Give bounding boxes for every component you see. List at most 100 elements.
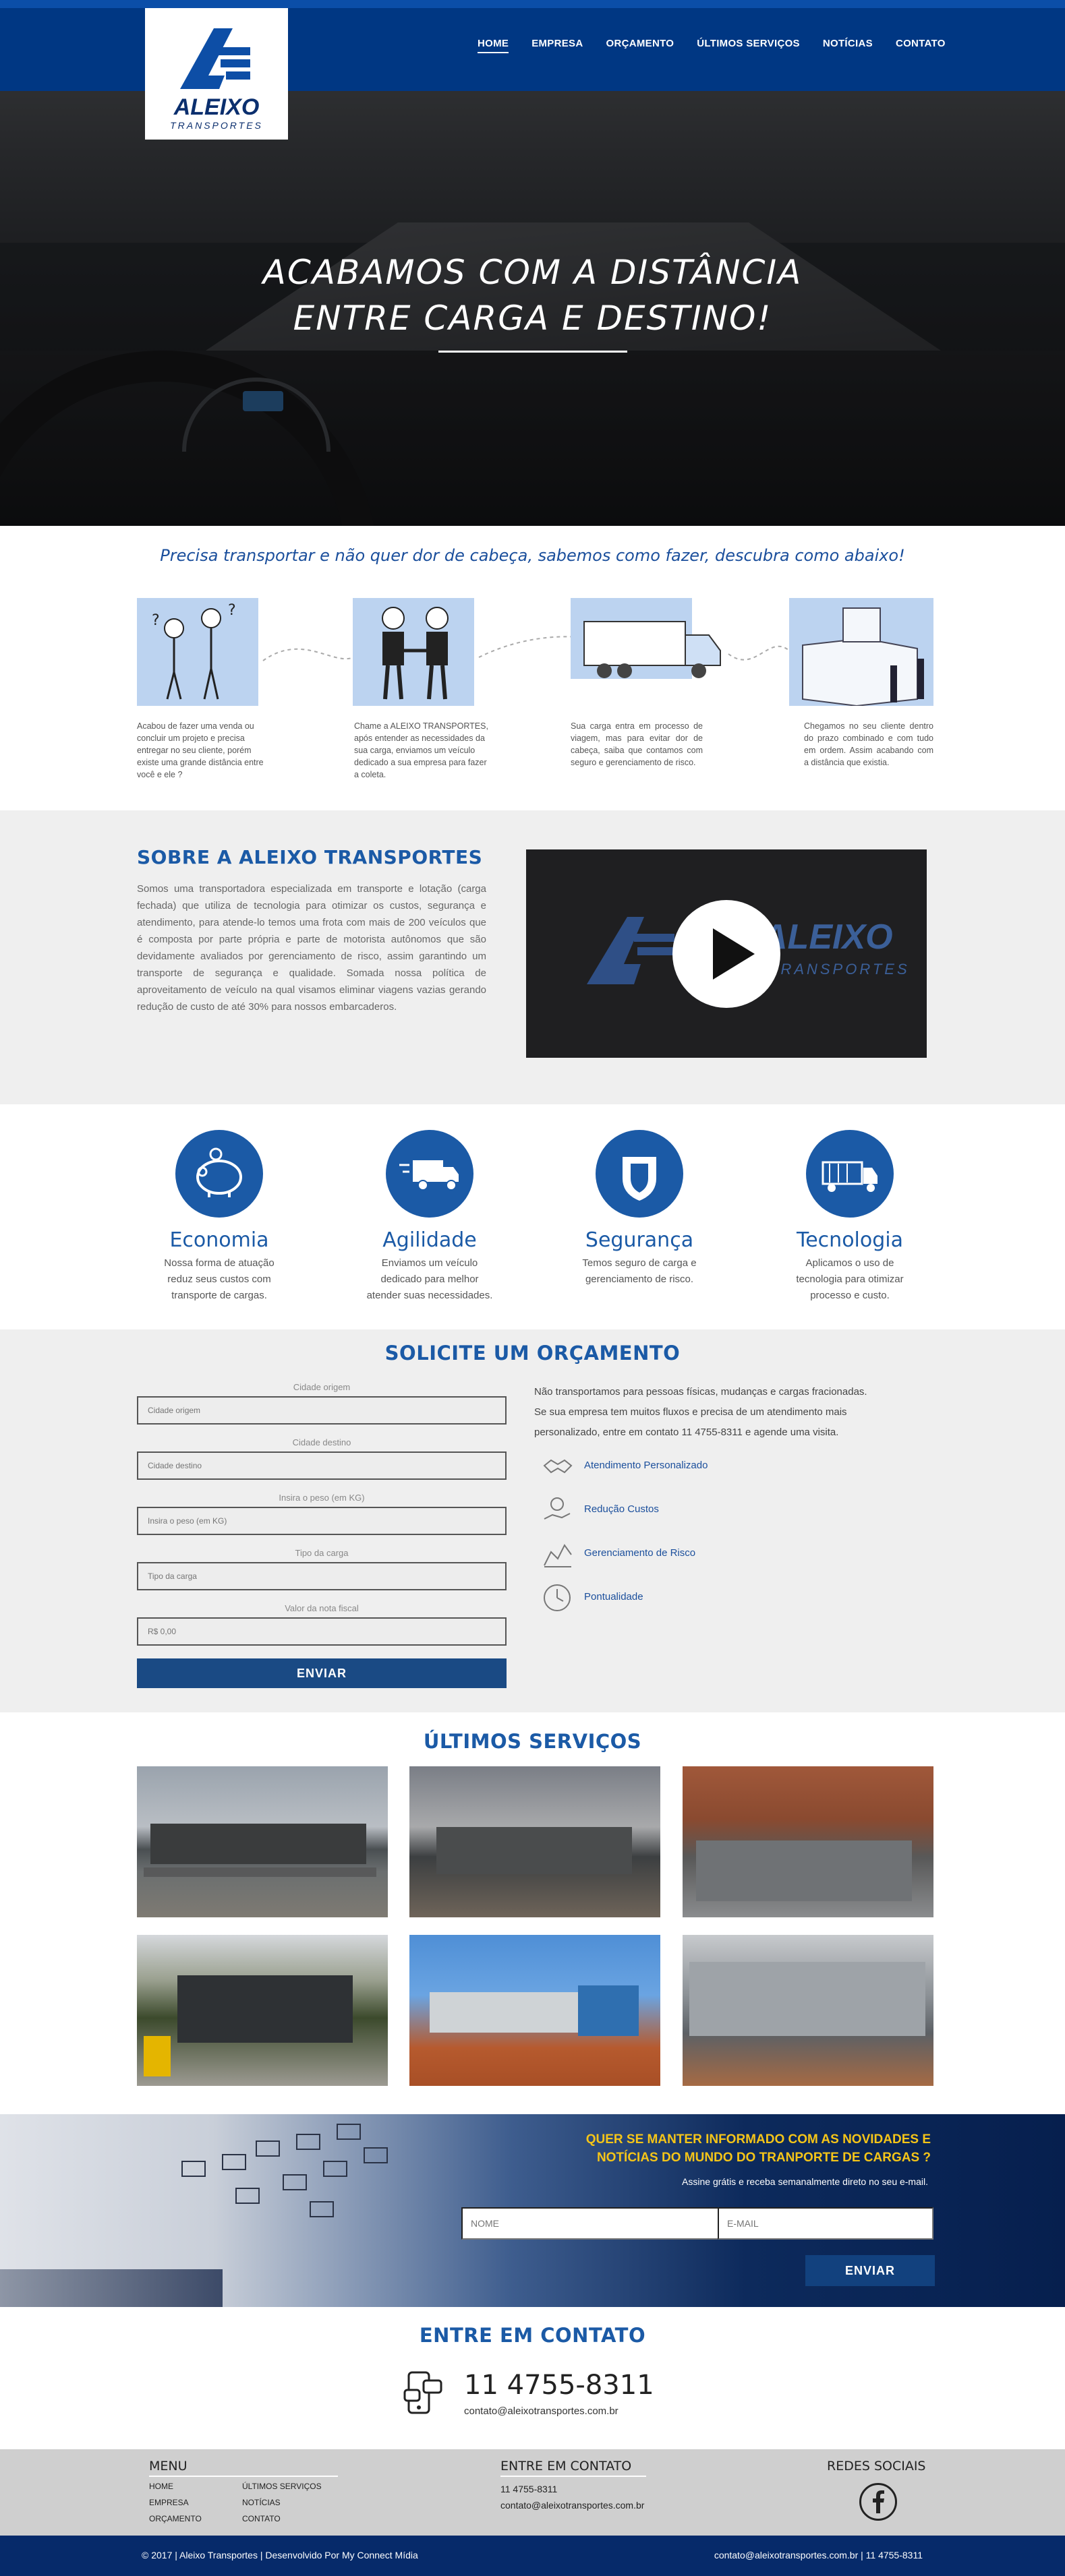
cidade-origem-input[interactable] [137,1396,507,1425]
footer-social-title: REDES SOCIAIS [827,2459,926,2474]
newsletter-email-input[interactable] [718,2207,933,2240]
feature-economia-text: Nossa forma de atuação reduz seus custos… [164,1257,275,1301]
footer-menu: HOME ÚLTIMOS SERVIÇOS EMPRESA NOTÍCIAS O… [149,2478,335,2527]
step-1-illustration: ? ? [137,598,258,706]
service-photo-5[interactable] [409,1935,660,2086]
bottom-contact: contato@aleixotransportes.com.br | 11 47… [714,2550,923,2560]
video-logo-name: ALEIXO [762,918,893,957]
quote-info-line-2: Se sua empresa tem muitos fluxos e preci… [534,1406,847,1418]
svg-text:?: ? [228,602,236,619]
brand-logo[interactable]: ALEIXO TRANSPORTES [145,8,288,140]
benefit-pontualidade: Pontualidade [584,1591,643,1602]
tipo-carga-input[interactable] [137,1562,507,1590]
footer-link-contato[interactable]: CONTATO [242,2511,335,2527]
nav-item-noticias[interactable]: NOTÍCIAS [823,38,873,53]
facebook-button[interactable] [859,2483,897,2521]
service-photo-4[interactable] [137,1935,388,2086]
nav-item-home[interactable]: HOME [478,38,509,53]
contact-email[interactable]: contato@aleixotransportes.com.br [464,2405,618,2417]
clock-icon [544,1584,571,1611]
handshake-icon [543,1459,573,1474]
play-button[interactable] [672,900,780,1008]
money-hand-icon [544,1497,571,1520]
feature-agilidade-text: Enviamos um veículo dedicado para melhor… [366,1257,493,1301]
confused-people-icon: ? ? [152,602,236,700]
piggy-bank-icon [196,1147,242,1197]
hero-line-1: ACABAMOS COM A DISTÂNCIA [262,253,803,292]
chart-icon [544,1544,572,1567]
hero-divider [438,351,627,353]
nav-item-orcamento[interactable]: ORÇAMENTO [606,38,674,53]
how-it-works-title: Precisa transportar e não quer dor de ca… [160,546,905,565]
label-tipo-carga: Tipo da carga [295,1548,349,1558]
truck-icon [822,1161,877,1192]
fast-truck-icon [399,1160,459,1191]
footer-contact: 11 4755-8311 contato@aleixotransportes.c… [500,2481,644,2513]
facebook-icon [873,2490,884,2513]
footer-contact-divider [500,2476,646,2477]
cidade-destino-input[interactable] [137,1451,507,1480]
footer-link-empresa[interactable]: EMPRESA [149,2494,242,2511]
step-1-text: Acabou de fazer uma venda ou concluir um… [137,721,264,779]
boxes-icon [789,598,933,707]
step-4-text: Chegamos no seu cliente dentro do prazo … [804,721,933,767]
video-player[interactable]: ALEIXO TRANSPORTES [526,849,927,1058]
quote-submit-button[interactable]: ENVIAR [137,1658,507,1688]
video-logo-sub: TRANSPORTES [769,961,910,978]
quote-info: Não transportamos para pessoas físicas, … [534,1382,912,1443]
benefit-atendimento: Atendimento Personalizado [584,1460,708,1471]
service-photo-1[interactable] [137,1766,388,1917]
service-photo-6[interactable] [683,1935,933,2086]
feature-seguranca-title: Segurança [585,1228,694,1252]
newsletter-subtitle: Assine grátis e receba semanalmente dire… [682,2176,928,2187]
feature-seguranca-text: Temos seguro de carga e gerenciamento de… [582,1257,697,1285]
newsletter-name-input[interactable] [461,2207,720,2240]
hero-line-2: ENTRE CARGA E DESTINO! [293,299,772,338]
shield-icon [623,1157,656,1201]
footer-link-home[interactable]: HOME [149,2478,242,2494]
step-3-text: Sua carga entra em processo de viagem, m… [571,721,703,767]
service-photo-2[interactable] [409,1766,660,1917]
contact-phone[interactable]: 11 4755-8311 [464,2370,654,2401]
phone-chat-icon [403,2371,442,2414]
newsletter-submit-button[interactable]: ENVIAR [805,2255,935,2286]
feature-agilidade-title: Agilidade [382,1228,477,1252]
quote-info-line-3: personalizado, entre em contato 11 4755-… [534,1427,839,1438]
quote-info-line-1: Não transportamos para pessoas físicas, … [534,1386,867,1398]
footer-link-ultimos-servicos[interactable]: ÚLTIMOS SERVIÇOS [242,2478,335,2494]
step-3-illustration [571,598,739,706]
benefit-reducao-custos: Redução Custos [584,1503,659,1515]
valor-nota-input[interactable] [137,1617,507,1646]
truck-icon [571,598,721,679]
nav-item-ultimos-servicos[interactable]: ÚLTIMOS SERVIÇOS [697,38,800,53]
newsletter-line-1: QUER SE MANTER INFORMADO COM AS NOVIDADE… [585,2132,931,2147]
nav-item-contato[interactable]: CONTATO [896,38,946,53]
benefit-gerenciamento-risco: Gerenciamento de Risco [584,1547,696,1559]
service-photo-3[interactable] [683,1766,933,1917]
footer-link-noticias[interactable]: NOTÍCIAS [242,2494,335,2511]
footer-link-orcamento[interactable]: ORÇAMENTO [149,2511,242,2527]
contact-title: ENTRE EM CONTATO [419,2324,646,2347]
main-nav: HOME EMPRESA ORÇAMENTO ÚLTIMOS SERVIÇOS … [478,38,969,53]
hero-headline: ACABAMOS COM A DISTÂNCIA ENTRE CARGA E D… [0,249,1065,341]
feature-tecnologia-title: Tecnologia [797,1228,903,1252]
footer-phone[interactable]: 11 4755-8311 [500,2481,644,2497]
newsletter-heading: QUER SE MANTER INFORMADO COM AS NOVIDADE… [472,2130,931,2167]
services-title: ÚLTIMOS SERVIÇOS [423,1730,642,1753]
step-2-text: Chame a ALEIXO TRANSPORTES, após entende… [354,721,488,779]
footer-email[interactable]: contato@aleixotransportes.com.br [500,2497,644,2513]
peso-input[interactable] [137,1507,507,1535]
quote-title: SOLICITE UM ORÇAMENTO [384,1342,681,1365]
nav-item-empresa[interactable]: EMPRESA [531,38,583,53]
label-cidade-origem: Cidade origem [293,1382,351,1392]
logo-name: ALEIXO [173,94,260,120]
feature-economia-circle [175,1130,263,1218]
feature-agilidade-circle [386,1130,473,1218]
svg-text:?: ? [152,612,160,629]
step-4-illustration [789,598,933,707]
play-icon [713,928,755,980]
newsletter-line-2: NOTÍCIAS DO MUNDO DO TRANPORTE DE CARGAS… [596,2151,931,2165]
label-valor-nota: Valor da nota fiscal [285,1603,359,1613]
handshake-people-icon [382,607,449,700]
label-cidade-destino: Cidade destino [292,1437,351,1447]
